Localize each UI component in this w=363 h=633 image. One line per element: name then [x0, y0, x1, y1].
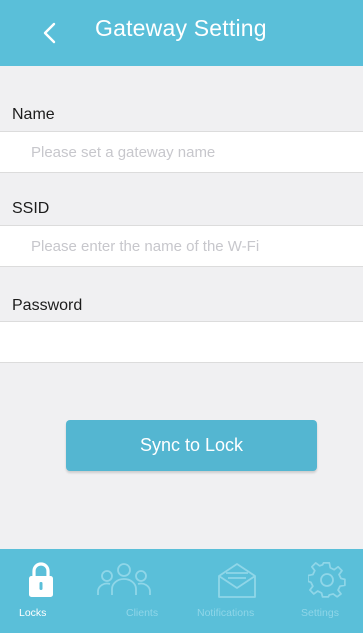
ssid-label: SSID — [12, 200, 50, 217]
password-input[interactable] — [0, 322, 363, 362]
tab-clients-label: Clients — [126, 607, 159, 619]
tab-notifications[interactable]: Notifications — [188, 549, 284, 633]
password-label: Password — [12, 297, 83, 314]
page-title: Gateway Setting — [95, 15, 267, 41]
tab-locks[interactable]: Locks — [16, 549, 66, 633]
name-label: Name — [12, 106, 55, 123]
chevron-left-icon — [36, 16, 66, 50]
gateway-setting-screen: Gateway Setting Name SSID Password Sync … — [0, 0, 363, 633]
envelope-icon — [216, 561, 258, 606]
back-button[interactable] — [36, 16, 66, 50]
name-input[interactable] — [0, 132, 363, 172]
gear-icon — [307, 561, 346, 604]
navigation-header: Gateway Setting — [0, 0, 363, 66]
tab-locks-label: Locks — [19, 607, 47, 619]
bottom-tab-bar: Locks Clients Notifications Settings — [0, 549, 363, 633]
name-field-row — [0, 131, 363, 173]
lock-icon — [25, 561, 57, 604]
tab-clients[interactable]: Clients — [96, 549, 176, 633]
users-icon — [96, 561, 152, 604]
tab-notifications-label: Notifications — [197, 607, 255, 619]
tab-settings[interactable]: Settings — [298, 549, 358, 633]
ssid-field-row — [0, 225, 363, 267]
tab-settings-label: Settings — [301, 607, 339, 619]
sync-to-lock-button[interactable]: Sync to Lock — [66, 420, 317, 471]
ssid-input[interactable] — [0, 226, 363, 266]
password-field-row — [0, 321, 363, 363]
